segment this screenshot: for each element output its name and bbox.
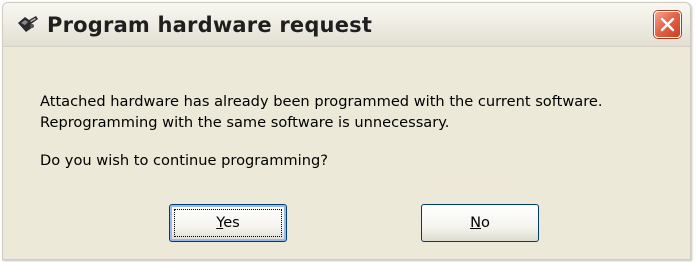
no-mnemonic: N — [470, 214, 481, 231]
yes-button-label: Yes — [170, 214, 286, 232]
no-button-label: No — [422, 214, 538, 232]
yes-button[interactable]: Yes — [169, 204, 287, 242]
wrench-flag-icon — [16, 14, 40, 34]
yes-label-rest: es — [223, 214, 240, 231]
close-button[interactable] — [654, 11, 681, 38]
message-line-2: Reprogramming with the same software is … — [40, 114, 450, 131]
no-button[interactable]: No — [421, 204, 539, 242]
message-line-1: Attached hardware has already been progr… — [40, 93, 603, 110]
dialog-window: Program hardware request Attached hardwa… — [2, 2, 691, 260]
dialog-body: Attached hardware has already been progr… — [3, 47, 690, 259]
title-bar[interactable]: Program hardware request — [3, 3, 690, 47]
dialog-title: Program hardware request — [47, 13, 373, 37]
confirmation-question: Do you wish to continue programming? — [40, 152, 328, 169]
close-icon — [660, 17, 675, 32]
no-label-rest: o — [480, 214, 490, 231]
